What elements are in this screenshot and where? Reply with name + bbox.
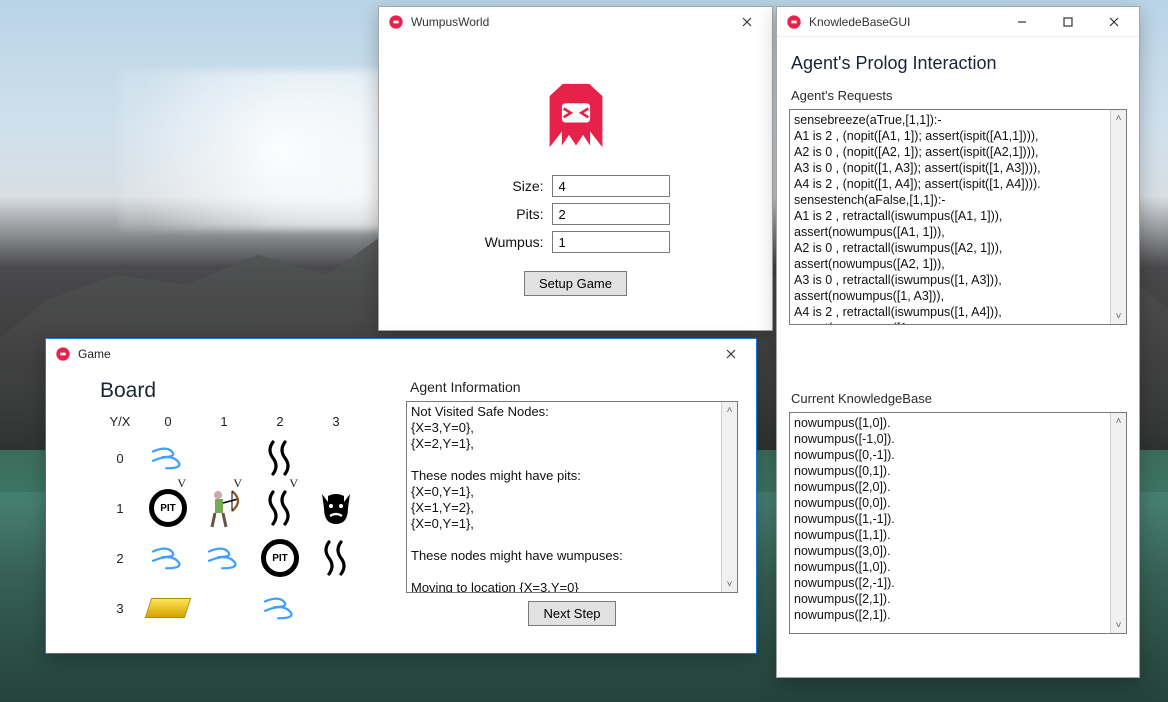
cell-3-0 (142, 584, 194, 632)
scrollbar[interactable]: ˄ ˅ (1110, 413, 1126, 633)
wumpus-label: Wumpus: (482, 234, 552, 250)
cell-0-1 (198, 434, 250, 482)
breeze-icon (149, 544, 187, 572)
close-icon[interactable] (724, 7, 770, 37)
pit-icon: PIT (261, 539, 299, 577)
titlebar[interactable]: WumpusWorld (379, 7, 772, 37)
cell-2-1 (198, 534, 250, 582)
setup-game-button[interactable]: Setup Game (524, 271, 627, 296)
wumpus-icon (316, 488, 356, 528)
breeze-icon (261, 594, 299, 622)
visited-mark: V (177, 476, 186, 491)
visited-mark: V (289, 476, 298, 491)
kb-textarea[interactable]: nowumpus([1,0]). nowumpus([-1,0]). nowum… (789, 412, 1127, 634)
page-title: Agent's Prolog Interaction (777, 37, 1139, 88)
wumpus-input[interactable] (552, 231, 670, 253)
size-input[interactable] (552, 175, 670, 197)
pit-label: PIT (272, 553, 288, 564)
board-grid: Y/X 0 1 2 3 0 (100, 409, 406, 633)
minimize-icon[interactable] (999, 7, 1045, 36)
cell-3-1 (198, 584, 250, 632)
cell-2-0 (142, 534, 194, 582)
scroll-down-icon[interactable]: ˅ (723, 576, 737, 592)
agent-info-textarea[interactable]: Not Visited Safe Nodes: {X=3,Y=0}, {X=2,… (406, 401, 738, 593)
agent-info-label: Agent Information (406, 379, 738, 395)
hunter-icon (204, 487, 244, 529)
app-icon (387, 13, 405, 31)
app-icon (54, 345, 72, 363)
scroll-up-icon[interactable]: ˄ (1112, 110, 1126, 126)
board-heading: Board (100, 379, 406, 403)
visited-mark: V (233, 476, 242, 491)
kb-label: Current KnowledgeBase (777, 391, 1139, 412)
breeze-icon (205, 544, 243, 572)
col-header: 0 (164, 414, 171, 429)
yx-label: Y/X (110, 414, 131, 429)
cell-2-2: PIT (254, 534, 306, 582)
maximize-icon[interactable] (1045, 7, 1091, 36)
gold-icon (145, 598, 191, 618)
close-icon[interactable] (708, 339, 754, 369)
scroll-down-icon[interactable]: ˅ (1112, 308, 1126, 324)
titlebar[interactable]: KnowledeBaseGUI (777, 7, 1139, 37)
scroll-up-icon[interactable]: ˄ (723, 402, 737, 418)
col-header: 1 (220, 414, 227, 429)
row-header: 2 (116, 551, 123, 566)
col-header: 3 (332, 414, 339, 429)
cell-1-1: V (198, 484, 250, 532)
titlebar[interactable]: Game (46, 339, 756, 369)
cell-3-3 (310, 584, 362, 632)
scroll-down-icon[interactable]: ˅ (1112, 617, 1126, 633)
cell-1-2: V (254, 484, 306, 532)
size-label: Size: (482, 178, 552, 194)
breeze-icon (149, 444, 187, 472)
close-icon[interactable] (1091, 7, 1137, 36)
agent-info-text: Not Visited Safe Nodes: {X=3,Y=0}, {X=2,… (407, 402, 737, 592)
requests-text: sensebreeze(aTrue,[1,1]):- A1 is 2 , (no… (790, 110, 1126, 324)
pit-label: PIT (160, 503, 176, 514)
scrollbar[interactable]: ˄ ˅ (1110, 110, 1126, 324)
row-header: 1 (116, 501, 123, 516)
stench-icon (264, 438, 296, 478)
cell-0-3 (310, 434, 362, 482)
pits-label: Pits: (482, 206, 552, 222)
wumpusworld-window: WumpusWorld Size: Pits: Wumpus: (378, 6, 773, 331)
stench-icon (264, 488, 296, 528)
scrollbar[interactable]: ˄ ˅ (721, 402, 737, 592)
col-header: 2 (276, 414, 283, 429)
scroll-up-icon[interactable]: ˄ (1112, 413, 1126, 429)
stench-icon (320, 538, 352, 578)
cell-1-0: V PIT (142, 484, 194, 532)
requests-label: Agent's Requests (777, 88, 1139, 109)
pits-input[interactable] (552, 203, 670, 225)
row-header: 0 (116, 451, 123, 466)
next-step-button[interactable]: Next Step (528, 601, 615, 626)
cell-3-2 (254, 584, 306, 632)
cell-0-0 (142, 434, 194, 482)
window-title: KnowledeBaseGUI (809, 15, 999, 29)
window-title: WumpusWorld (411, 15, 724, 29)
window-title: Game (78, 347, 708, 361)
cell-1-3 (310, 484, 362, 532)
knowledgebase-window: KnowledeBaseGUI Agent's Prolog Interacti… (776, 6, 1140, 678)
cell-2-3 (310, 534, 362, 582)
app-icon (785, 13, 803, 31)
kb-text: nowumpus([1,0]). nowumpus([-1,0]). nowum… (790, 413, 1126, 633)
pit-icon: PIT (149, 489, 187, 527)
game-window: Game Board Y/X 0 1 2 3 0 (45, 338, 757, 654)
cell-0-2 (254, 434, 306, 482)
requests-textarea[interactable]: sensebreeze(aTrue,[1,1]):- A1 is 2 , (no… (789, 109, 1127, 325)
row-header: 3 (116, 601, 123, 616)
wumpus-logo-icon (531, 67, 621, 157)
